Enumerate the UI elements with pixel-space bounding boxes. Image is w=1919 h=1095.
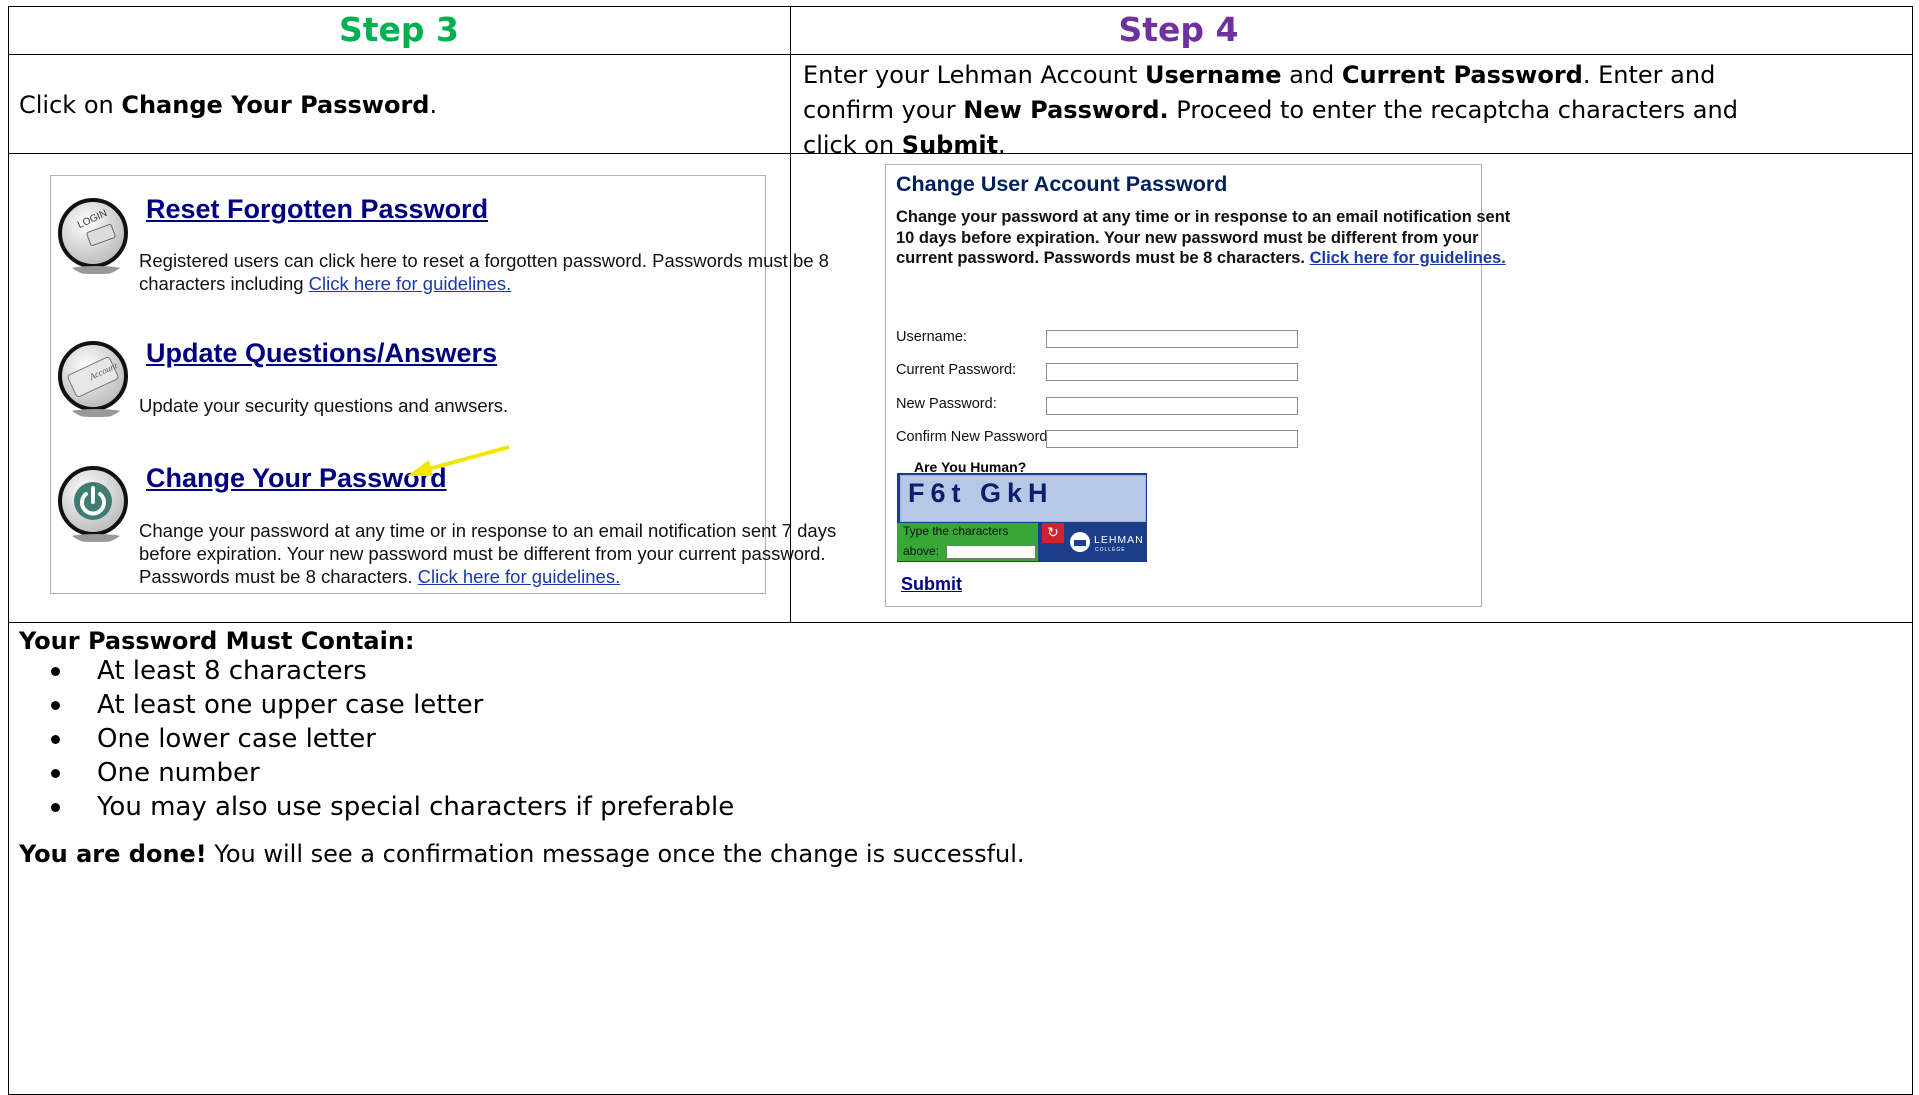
confirm-password-label: Confirm New Password:	[896, 429, 1052, 445]
username-field[interactable]	[1046, 330, 1298, 348]
username-label: Username:	[896, 329, 967, 345]
lehman-logo: LEHMAN COLLEGE	[1069, 529, 1165, 565]
captcha-image: F6t GkH	[900, 475, 1146, 522]
current-password-label: Current Password:	[896, 362, 1017, 378]
change-your-password-description: Change your password at any time or in r…	[139, 520, 837, 587]
new-password-field[interactable]	[1046, 397, 1298, 415]
step-3-heading: Step 3	[339, 10, 459, 49]
form-guidelines-link[interactable]: Click here for guidelines.	[1310, 249, 1506, 267]
completion-message: You are done! You will see a confirmatio…	[19, 840, 1025, 868]
yellow-arrow-pointer	[407, 445, 510, 476]
login-keyboard-icon: LOGIN	[58, 198, 128, 274]
completion-emphasis: You are done!	[19, 840, 207, 868]
change-guidelines-link[interactable]: Click here for guidelines.	[418, 566, 621, 587]
reset-forgotten-password-link[interactable]: Reset Forgotten Password	[146, 194, 488, 225]
captcha-refresh-button[interactable]: ↻	[1042, 523, 1064, 543]
captcha-characters: F6t GkH	[908, 478, 1054, 508]
new-password-label: New Password:	[896, 396, 997, 412]
captcha-entry-area: Type the characters above:	[897, 523, 1038, 561]
lehman-seal-icon	[1070, 532, 1090, 552]
confirm-password-field[interactable]	[1046, 430, 1298, 448]
submit-button[interactable]: Submit	[901, 574, 962, 595]
power-icon	[58, 466, 128, 542]
requirements-list: At least 8 characters At least one upper…	[51, 650, 734, 860]
requirement-item: You may also use special characters if p…	[51, 786, 734, 828]
reset-guidelines-link[interactable]: Click here for guidelines.	[309, 273, 512, 294]
self-service-options-screenshot: LOGIN Reset Forgotten Password Registere…	[50, 175, 836, 594]
screenshot-row-divider	[8, 622, 1913, 623]
reset-forgotten-password-description: Registered users can click here to reset…	[139, 250, 829, 294]
step-4-instruction: Enter your Lehman Account Username and C…	[803, 61, 1738, 159]
account-card-icon: Account	[58, 341, 128, 417]
current-password-field[interactable]	[1046, 363, 1298, 381]
form-title: Change User Account Password	[896, 172, 1228, 196]
change-password-form-screenshot: Change User Account Password Change your…	[885, 164, 1510, 607]
captcha-response-field[interactable]	[946, 545, 1036, 559]
captcha-widget: F6t GkH Type the characters above: ↻ LEH…	[897, 473, 1147, 562]
update-questions-answers-link[interactable]: Update Questions/Answers	[146, 338, 497, 369]
form-description: Change your password at any time or in r…	[896, 208, 1511, 267]
header-row-divider	[8, 54, 1913, 55]
step-3-instruction: Click on Change Your Password.	[19, 91, 438, 119]
step-4-heading: Step 4	[1118, 10, 1239, 49]
step-3-instruction-emphasis: Change Your Password	[121, 91, 430, 119]
update-questions-description: Update your security questions and anwse…	[139, 395, 509, 416]
